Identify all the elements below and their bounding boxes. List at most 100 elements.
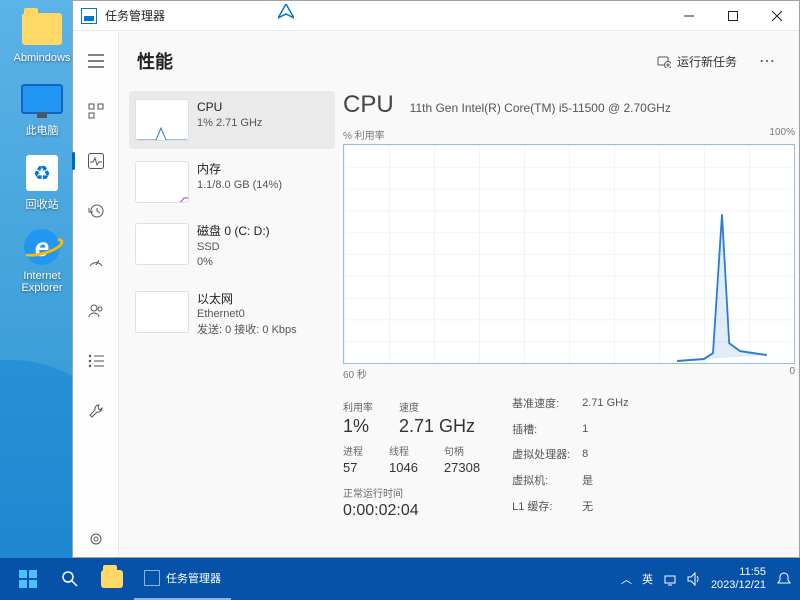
chart-line [677,145,767,363]
gauge-icon [88,253,104,269]
chart-x-left: 60 秒 [343,366,367,381]
nav-performance[interactable] [78,143,114,179]
app-icon [144,570,160,586]
minimize-button[interactable] [667,1,711,30]
maximize-button[interactable] [711,1,755,30]
maximize-icon [728,11,738,21]
pulse-icon [88,153,104,169]
prop-value: 8 [582,443,638,467]
network-icon[interactable] [663,572,677,586]
card-l1: Ethernet0 [197,307,297,322]
nav-processes[interactable] [78,93,114,129]
desktop-icon-recycle-bin[interactable]: 回收站 [8,152,76,212]
cpu-chart: % 利用率 100% 60 秒 0 [343,127,795,381]
users-icon [88,303,104,319]
nav-details[interactable] [78,343,114,379]
stat-label: 句柄 [444,443,480,458]
desktop-icon-label: 回收站 [26,196,59,212]
clock-date: 2023/12/21 [711,579,766,592]
nav-settings[interactable] [78,521,114,557]
taskbar[interactable]: 任务管理器 ︿ 英 11:55 2023/12/21 [0,558,800,600]
chart-y-label: % 利用率 [343,127,385,142]
stat-value: 27308 [444,460,480,475]
cursor-icon [278,4,294,20]
disk-thumb [135,223,189,265]
stat-label: 速度 [399,399,475,414]
search-icon [61,570,79,588]
explorer-button[interactable] [92,558,132,600]
history-icon [88,203,104,219]
detail-panel: CPU 11th Gen Intel(R) Core(TM) i5-11500 … [339,87,799,557]
start-button[interactable] [8,558,48,600]
monitor-icon [21,84,63,114]
card-l1: SSD [197,240,270,255]
prop-label: L1 缓存: [512,494,580,518]
clock[interactable]: 11:55 2023/12/21 [711,566,766,592]
prop-label: 基准速度: [512,391,580,415]
cpu-model: 11th Gen Intel(R) Core(TM) i5-11500 @ 2.… [410,101,671,115]
windows-icon [19,570,37,588]
ie-icon [24,229,60,265]
card-l2: 发送: 0 接收: 0 Kbps [197,323,297,338]
nav-hamburger[interactable] [78,43,114,79]
prop-label: 虚拟处理器: [512,443,580,467]
card-sub: 1% 2.71 GHz [197,116,262,131]
resource-card-disk[interactable]: 磁盘 0 (C: D:) SSD 0% [129,215,335,279]
grid-icon [88,103,104,119]
nav-services[interactable] [78,393,114,429]
desktop-icon-label: Abmindows [14,52,71,64]
run-new-task-button[interactable]: 运行新任务 [647,49,747,74]
desktop-icon-internet-explorer[interactable]: Internet Explorer [8,226,76,294]
notifications-icon[interactable] [776,571,792,587]
nav-rail [73,31,119,557]
card-title: 内存 [197,161,282,178]
resource-card-cpu[interactable]: CPU 1% 2.71 GHz [129,91,335,149]
stat-label: 利用率 [343,399,373,414]
resource-card-ethernet[interactable]: 以太网 Ethernet0 发送: 0 接收: 0 Kbps [129,283,335,347]
nav-startup[interactable] [78,243,114,279]
cpu-thumb [135,99,189,141]
page-title: 性能 [137,48,647,74]
titlebar[interactable]: 任务管理器 [73,1,799,31]
close-button[interactable] [755,1,799,30]
prop-value: 2.71 GHz [582,391,638,415]
stat-value: 57 [343,460,363,475]
card-l2: 0% [197,255,270,270]
more-button[interactable]: ⋯ [753,47,781,75]
minimize-icon [684,11,694,21]
desktop-icon-label: 此电脑 [26,122,59,138]
stat-value: 2.71 GHz [399,416,475,437]
stat-label: 线程 [389,443,418,458]
desktop-icon-this-pc[interactable]: 此电脑 [8,78,76,138]
clock-time: 11:55 [711,566,766,579]
prop-value: 无 [582,494,638,518]
chart-y-max: 100% [769,127,795,142]
run-task-icon [657,54,671,68]
uptime-value: 0:00:02:04 [343,502,480,520]
stat-value: 1046 [389,460,418,475]
memory-thumb [135,161,189,203]
folder-icon [22,13,62,45]
resource-card-memory[interactable]: 内存 1.1/8.0 GB (14%) [129,153,335,211]
search-button[interactable] [50,558,90,600]
prop-label: 插槽: [512,417,580,441]
app-icon [81,8,97,24]
ime-indicator[interactable]: 英 [642,571,653,587]
folder-icon [101,570,123,588]
taskbar-task-manager[interactable]: 任务管理器 [134,558,231,600]
stat-value: 1% [343,416,373,437]
card-title: CPU [197,99,262,116]
desktop-icon-folder[interactable]: Abmindows [8,8,76,64]
wrench-icon [88,403,104,419]
nav-users[interactable] [78,293,114,329]
stat-label: 进程 [343,443,363,458]
nav-app-history[interactable] [78,193,114,229]
ethernet-thumb [135,291,189,333]
chart-x-right: 0 [789,366,795,381]
uptime-label: 正常运行时间 [343,485,480,500]
list-icon [88,354,104,368]
tray-chevron[interactable]: ︿ [621,571,632,587]
run-new-task-label: 运行新任务 [677,53,737,70]
volume-icon[interactable] [687,572,701,586]
detail-title: CPU [343,91,394,119]
